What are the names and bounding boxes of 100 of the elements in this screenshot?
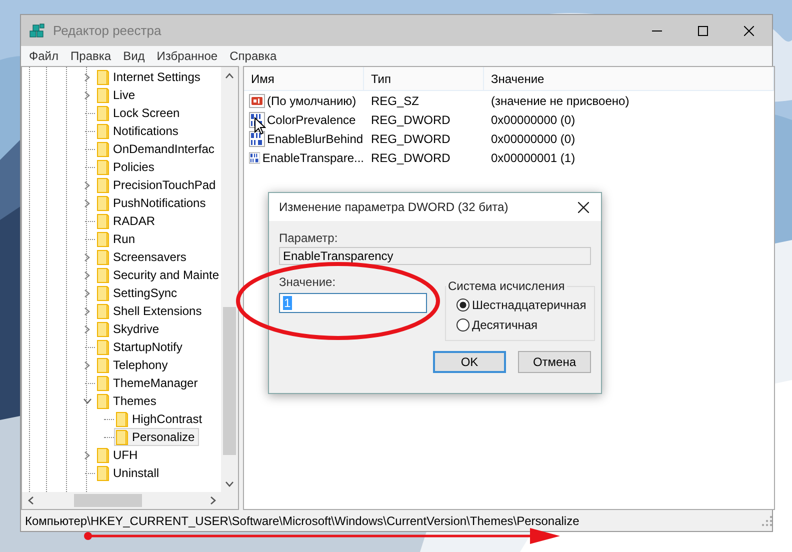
tree-item[interactable]: SettingSync: [95, 284, 182, 302]
expand-chevron-icon[interactable]: [84, 306, 90, 316]
folder-icon: [97, 340, 109, 354]
folder-icon: [97, 70, 109, 84]
tree-connector-line: [85, 130, 95, 132]
tree-connector-line: [85, 382, 95, 384]
tree-item[interactable]: Themes: [95, 392, 160, 410]
tree-item[interactable]: Internet Settings: [95, 68, 204, 86]
column-header[interactable]: Тип: [364, 67, 484, 90]
tree-item[interactable]: Telephony: [95, 356, 172, 374]
expand-chevron-icon[interactable]: [84, 360, 90, 370]
tree-item[interactable]: RADAR: [95, 212, 160, 230]
folder-icon: [97, 88, 109, 102]
name-field[interactable]: EnableTransparency: [279, 247, 591, 265]
binary-value-icon: [249, 150, 260, 166]
collapse-chevron-icon[interactable]: [82, 398, 92, 404]
radio-option[interactable]: Десятичная: [456, 315, 538, 335]
folder-icon: [97, 322, 109, 336]
folder-icon: [97, 250, 109, 264]
expand-chevron-icon[interactable]: [84, 90, 90, 100]
folder-icon: [97, 268, 109, 282]
tree-connector-line: [85, 238, 95, 240]
folder-icon: [97, 124, 109, 138]
folder-icon: [97, 142, 109, 156]
expand-chevron-icon[interactable]: [84, 72, 90, 82]
mouse-cursor-icon: [254, 117, 266, 135]
folder-icon: [97, 196, 109, 210]
field-label: Значение:: [279, 275, 336, 291]
expand-chevron-icon[interactable]: [84, 324, 90, 334]
value-name[interactable]: EnableBlurBehind: [267, 132, 364, 146]
menu-item[interactable]: Правка: [64, 49, 118, 63]
tree-item[interactable]: StartupNotify: [95, 338, 186, 356]
table-cell-text: (значение не присвоено): [490, 94, 630, 108]
tree-item[interactable]: Lock Screen: [95, 104, 184, 122]
tree-item[interactable]: Shell Extensions: [95, 302, 206, 320]
folder-icon: [97, 286, 109, 300]
expand-chevron-icon[interactable]: [84, 180, 90, 190]
tree-connector-line: [85, 166, 95, 168]
value-name[interactable]: (По умолчанию): [267, 94, 356, 108]
expand-chevron-icon[interactable]: [84, 270, 90, 280]
dialog-button[interactable]: Отмена: [518, 351, 591, 373]
value-name[interactable]: ColorPrevalence: [267, 113, 356, 127]
folder-icon: [97, 376, 109, 390]
expand-chevron-icon[interactable]: [84, 198, 90, 208]
table-cell-text: REG_DWORD: [370, 151, 452, 165]
menu-item[interactable]: Справка: [224, 49, 283, 63]
expand-chevron-icon[interactable]: [84, 288, 90, 298]
expand-chevron-icon[interactable]: [84, 450, 90, 460]
radio-option[interactable]: Шестнадцатеричная: [456, 295, 586, 315]
tree-item[interactable]: Uninstall: [95, 464, 164, 482]
maximize-icon[interactable]: [698, 26, 708, 36]
folder-icon: [97, 160, 109, 174]
folder-icon: [97, 304, 109, 318]
tree-item[interactable]: Screensavers: [95, 248, 190, 266]
tree-item[interactable]: ThemeManager: [95, 374, 202, 392]
vertical-scrollbar[interactable]: [221, 67, 238, 492]
tree-connector-line: [85, 220, 95, 222]
table-cell-text: 0x00000000 (0): [490, 113, 576, 127]
tree-item[interactable]: Security and Mainte: [95, 266, 221, 284]
radio-icon[interactable]: [456, 298, 470, 312]
radio-icon[interactable]: [456, 318, 470, 332]
scroll-down-icon[interactable]: [225, 480, 234, 486]
tree-item[interactable]: UFH: [95, 446, 142, 464]
column-header[interactable]: Имя: [244, 67, 364, 90]
tree-item[interactable]: Skydrive: [95, 320, 164, 338]
tree-item[interactable]: HighContrast: [114, 410, 206, 428]
tree-item[interactable]: OnDemandInterfac: [95, 140, 218, 158]
tree-connector-line: [85, 346, 95, 348]
value-name[interactable]: EnableTranspare...: [262, 151, 364, 165]
scroll-left-icon[interactable]: [28, 496, 34, 505]
folder-icon: [97, 358, 109, 372]
dialog-button[interactable]: OK: [433, 351, 506, 373]
column-header[interactable]: Значение: [484, 67, 774, 90]
status-path: Компьютер\HKEY_CURRENT_USER\Software\Microsoft\Windows\CurrentVersion\Themes\Personalize: [25, 514, 580, 528]
resize-grip-icon[interactable]: [762, 516, 772, 526]
close-icon[interactable]: [578, 202, 588, 212]
group-label: Система исчисления: [447, 279, 566, 293]
tree-item[interactable]: Personalize: [114, 428, 199, 446]
menu-item[interactable]: Избранное: [150, 49, 224, 63]
tree-item[interactable]: PrecisionTouchPad: [95, 176, 220, 194]
table-cell-text: 0x00000000 (0): [490, 132, 576, 146]
table-cell-text: 0x00000001 (1): [490, 151, 576, 165]
tree-item[interactable]: Policies: [95, 158, 158, 176]
expand-chevron-icon[interactable]: [84, 252, 90, 262]
tree-item[interactable]: Live: [95, 86, 140, 104]
folder-icon: [97, 214, 109, 228]
menu-item[interactable]: Вид: [117, 49, 151, 63]
close-icon[interactable]: [744, 26, 754, 36]
tree-item[interactable]: PushNotifications: [95, 194, 210, 212]
tree-item[interactable]: Run: [95, 230, 140, 248]
horizontal-scrollbar[interactable]: [22, 492, 238, 509]
menu-item[interactable]: Файл: [23, 49, 65, 63]
tree-item[interactable]: Notifications: [95, 122, 182, 140]
scroll-right-icon[interactable]: [210, 496, 216, 505]
table-cell-text: REG_DWORD: [370, 113, 452, 127]
folder-icon: [97, 178, 109, 192]
table-cell-text: REG_DWORD: [370, 132, 452, 146]
folder-icon: [97, 232, 109, 246]
string-value-icon: [249, 93, 265, 109]
scroll-up-icon[interactable]: [225, 72, 234, 78]
